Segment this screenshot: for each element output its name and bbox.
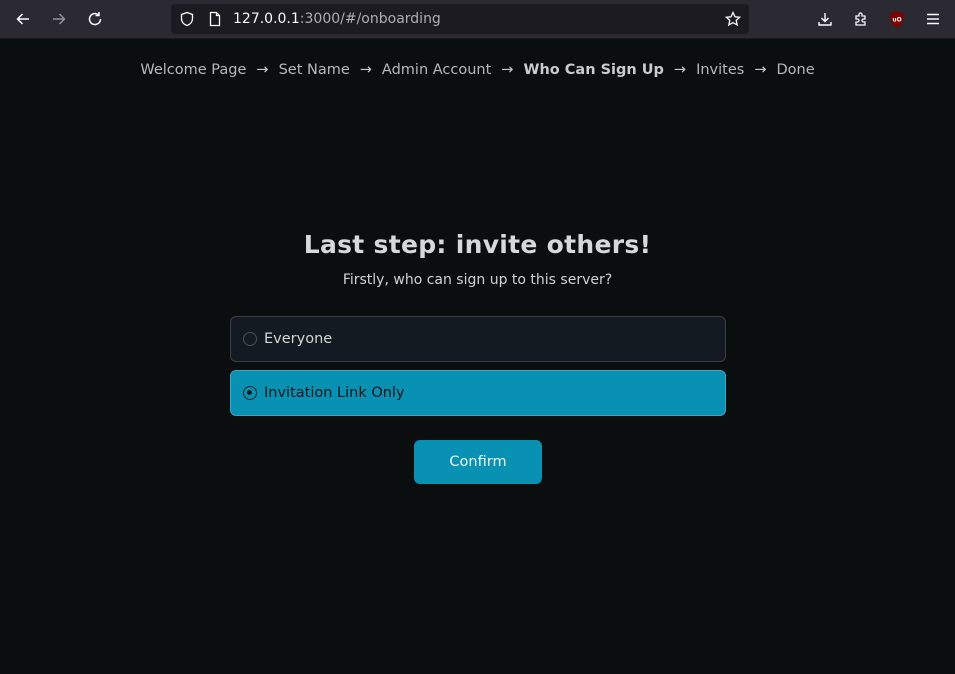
onboarding-breadcrumb: Welcome Page → Set Name → Admin Account … [0,59,955,81]
breadcrumb-step-done: Done [776,62,815,78]
option-label: Invitation Link Only [264,385,405,401]
breadcrumb-arrow: → [501,62,514,78]
forward-arrow-icon[interactable] [46,6,72,32]
bookmark-star-icon[interactable] [725,11,741,27]
shield-icon[interactable] [179,11,195,27]
signup-option-invitation-link[interactable]: Invitation Link Only [230,370,726,416]
reload-icon[interactable] [82,6,108,32]
download-icon[interactable] [812,6,838,32]
page-title: Last step: invite others! [303,230,652,259]
breadcrumb-arrow: → [754,62,767,78]
option-label: Everyone [264,331,333,347]
svg-text:uO: uO [892,17,901,24]
extensions-puzzle-icon[interactable] [848,6,874,32]
breadcrumb-step-who-can-sign-up: Who Can Sign Up [523,62,664,78]
url-text[interactable]: 127.0.0.1:3000/#/onboarding [233,4,441,34]
browser-toolbar: 127.0.0.1:3000/#/onboarding uO [0,0,955,39]
breadcrumb-step-invites: Invites [696,62,745,78]
page-subtitle: Firstly, who can sign up to this server? [342,272,613,288]
page-icon[interactable] [207,11,223,27]
radio-button-checked[interactable] [243,386,257,400]
ublock-origin-icon[interactable]: uO [889,11,905,28]
breadcrumb-arrow: → [673,62,687,78]
breadcrumb-step-admin-account: Admin Account [381,62,492,78]
breadcrumb-step-set-name: Set Name [278,62,350,78]
confirm-button[interactable]: Confirm [414,440,542,484]
breadcrumb-arrow: → [256,62,269,78]
breadcrumb-step-welcome: Welcome Page [140,62,247,78]
radio-button-unchecked[interactable] [243,332,257,346]
menu-hamburger-icon[interactable] [920,6,946,32]
back-arrow-icon[interactable] [10,6,36,32]
breadcrumb-arrow: → [359,62,372,78]
signup-option-everyone[interactable]: Everyone [230,316,726,362]
url-bar[interactable]: 127.0.0.1:3000/#/onboarding [171,4,749,34]
